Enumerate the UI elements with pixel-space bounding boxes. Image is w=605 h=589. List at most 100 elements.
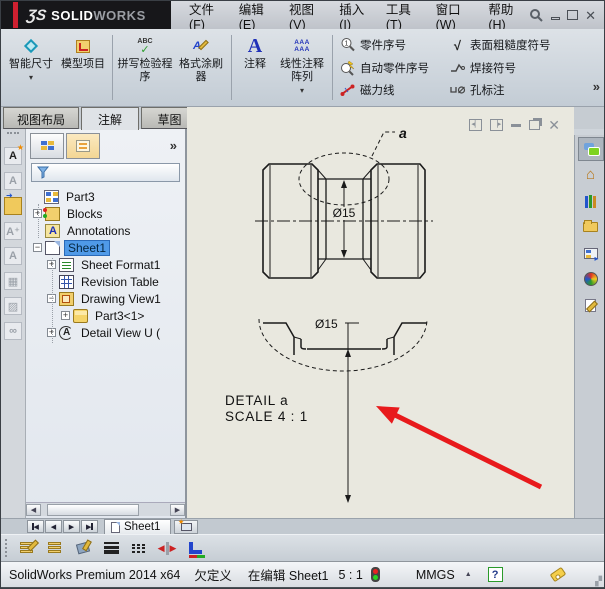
detail-view[interactable] [259, 319, 427, 371]
hole-callout-button[interactable]: 孔标注 [446, 81, 508, 99]
main-dimension[interactable]: Ø15 [328, 180, 360, 258]
search-icon[interactable] [529, 8, 544, 23]
previous-sheet-button[interactable]: ◀ [45, 520, 62, 533]
tree-item-revision-table[interactable]: Revision Table [26, 273, 185, 290]
toolbar-grip[interactable] [7, 132, 19, 140]
hyperlink-icon[interactable]: ∞ [4, 322, 22, 340]
dropdown-arrow-icon[interactable] [300, 84, 304, 92]
panel-overflow-chevron[interactable]: » [170, 138, 181, 153]
file-explorer-button[interactable] [578, 215, 604, 239]
tree-item-part3-instance[interactable]: Part3<1> [26, 307, 185, 324]
tree-item-blocks[interactable]: Blocks [26, 205, 185, 222]
design-checker-icon[interactable]: A [4, 172, 22, 190]
format-painter-button[interactable]: A 格式涂刷器 [174, 31, 228, 104]
units-dropdown-arrow-icon[interactable]: ▲ [465, 571, 472, 578]
line-thickness-button[interactable] [101, 539, 121, 557]
restore-button[interactable] [567, 10, 578, 20]
tree-horizontal-scrollbar[interactable]: ◀ ▶ [26, 502, 185, 516]
sheet-format-icon [59, 258, 74, 272]
view-palette-button[interactable] [578, 241, 604, 265]
linear-note-pattern-button[interactable]: AAAAAA 线性注释阵列 [275, 31, 329, 104]
first-sheet-button[interactable]: ◀ [27, 520, 44, 533]
minimize-button[interactable] [551, 17, 560, 20]
last-sheet-button[interactable]: ▶ [81, 520, 98, 533]
note-tool-icon[interactable]: A★ [4, 147, 22, 165]
color-display-mode-icon [189, 542, 202, 554]
smart-dimension-button[interactable]: 智能尺寸 [5, 31, 57, 104]
open-annotation-folder-icon[interactable] [4, 197, 22, 215]
tab-annotation[interactable]: 注解 [81, 107, 139, 130]
image-annotation-icon[interactable]: ▨ [4, 297, 22, 315]
drawing-graphics-area[interactable]: ◂▏ ▕▸ ✕ Ø15 [187, 107, 574, 518]
weld-symbol-icon [449, 60, 466, 76]
tab-view-layout[interactable]: 视图布局 [3, 107, 79, 129]
appearances-sphere-icon [584, 272, 598, 286]
drawing-document-icon [44, 190, 59, 204]
units-selector[interactable]: MMGS [416, 568, 455, 582]
hole-callout-icon [449, 82, 466, 98]
design-library-button[interactable] [578, 189, 604, 213]
home-button[interactable]: ⌂ [578, 163, 604, 187]
annotations-folder-icon [45, 224, 60, 238]
appearances-button[interactable] [578, 267, 604, 291]
color-display-mode-button[interactable] [185, 539, 205, 557]
document-minimize-button[interactable] [511, 124, 521, 127]
dropdown-arrow-icon[interactable] [29, 71, 33, 79]
collapse-icon[interactable] [33, 243, 42, 252]
document-close-button[interactable]: ✕ [548, 119, 560, 131]
line-style-button[interactable] [129, 539, 149, 557]
note-button[interactable]: A 注释 [235, 31, 275, 104]
help-button[interactable]: ? [488, 567, 503, 582]
tag-icon[interactable] [549, 567, 566, 582]
add-annotation-icon[interactable]: A⁺ [4, 222, 22, 240]
layer-properties-button[interactable] [17, 539, 37, 557]
svg-text:1: 1 [344, 41, 348, 48]
line-color-button[interactable] [73, 539, 93, 557]
surface-finish-button[interactable]: √ 表面粗糙度符号 [446, 36, 554, 54]
tree-filter-bar[interactable] [31, 163, 180, 182]
tree-item-part3[interactable]: Part3 [26, 188, 185, 205]
weld-symbol-button[interactable]: 焊接符号 [446, 59, 519, 77]
folder-icon [583, 222, 598, 232]
expand-icon[interactable] [61, 311, 70, 320]
scroll-right-icon[interactable]: ▶ [170, 504, 185, 516]
resize-grip[interactable]: ▞ [595, 576, 603, 587]
feature-tree-tab[interactable] [30, 133, 64, 159]
collapse-pane-left-icon[interactable]: ◂▏ [469, 119, 482, 131]
property-manager-tab[interactable] [66, 133, 100, 159]
model-items-button[interactable]: 模型项目 [57, 31, 109, 104]
tree-item-annotations[interactable]: Annotations [26, 222, 185, 239]
solidworks-resources-button[interactable] [578, 137, 604, 161]
chat-bubbles-icon [584, 143, 598, 155]
next-sheet-button[interactable]: ▶ [63, 520, 80, 533]
auto-balloon-button[interactable]: 自动零件序号 [336, 59, 432, 77]
custom-properties-button[interactable] [578, 293, 604, 317]
app-version-text: SolidWorks Premium 2014 x64 [9, 568, 180, 582]
command-toolbar: 智能尺寸 模型项目 ABC✓ 拼写检验程序 A 格式涂刷器 A 注释 AAAAA… [1, 29, 605, 107]
balloon-button[interactable]: 1 零件序号 [336, 36, 409, 54]
layer-properties-icon [20, 542, 35, 554]
tree-item-sheet1[interactable]: Sheet1 [26, 239, 185, 256]
surface-finish-icon: √ [449, 37, 466, 53]
tree-item-detail-view[interactable]: Detail View U ( [26, 324, 185, 341]
save-annotation-icon[interactable]: ▦ [4, 272, 22, 290]
layers-button[interactable] [45, 539, 65, 557]
tree-item-sheet-format1[interactable]: Sheet Format1 [26, 256, 185, 273]
note-lock-icon[interactable]: A [4, 247, 22, 265]
hide-show-edges-button[interactable]: ◀▶ [157, 539, 177, 557]
scroll-left-icon[interactable]: ◀ [26, 504, 41, 516]
toolbar-grip[interactable] [5, 539, 7, 557]
spell-checker-button[interactable]: ABC✓ 拼写检验程序 [116, 31, 174, 104]
tree-item-drawing-view1[interactable]: Drawing View1 [26, 290, 185, 307]
magnetic-line-button[interactable]: 磁力线 [336, 81, 398, 99]
document-restore-button[interactable] [529, 120, 540, 130]
add-sheet-button[interactable] [174, 520, 198, 534]
collapse-pane-right-icon[interactable]: ▕▸ [490, 119, 503, 131]
solidworks-logo-icon: ƷS [26, 7, 48, 24]
scrollbar-thumb[interactable] [47, 504, 139, 516]
spell-checker-icon: ABC✓ [137, 35, 152, 57]
detail-dimension[interactable]: Ø15 [315, 317, 359, 503]
toolbar-overflow-chevron[interactable]: » [593, 79, 600, 94]
sheet-tab[interactable]: Sheet1 [104, 519, 171, 535]
close-button[interactable]: ✕ [585, 9, 596, 22]
